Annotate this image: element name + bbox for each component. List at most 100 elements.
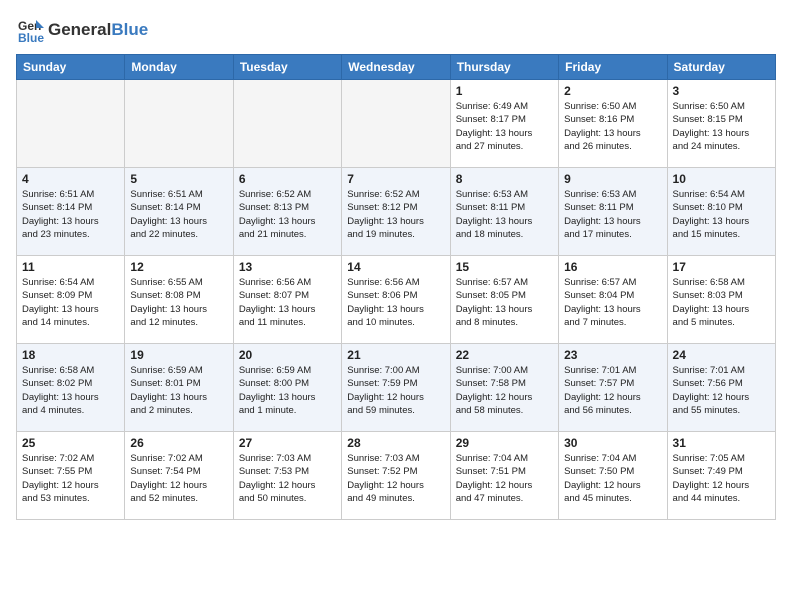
- calendar-cell: 7Sunrise: 6:52 AM Sunset: 8:12 PM Daylig…: [342, 168, 450, 256]
- calendar-cell: 14 Sunrise: 6:56 AM Sunset: 8:06 PM Dayli…: [342, 256, 450, 344]
- day-number: 8: [456, 172, 553, 186]
- day-number: 6: [239, 172, 336, 186]
- day-number: 17: [673, 260, 770, 274]
- calendar-cell: [125, 80, 233, 168]
- day-number: 30: [564, 436, 661, 450]
- day-number: 27: [239, 436, 336, 450]
- calendar-cell: 1 Sunrise: 6:49 AM Sunset: 8:17 PM Daylig…: [450, 80, 558, 168]
- day-info: Sunrise: 7:05 AM Sunset: 7:49 PM Dayligh…: [673, 452, 770, 505]
- day-info: Sunrise: 7:03 AM Sunset: 7:52 PM Dayligh…: [347, 452, 444, 505]
- day-info: Sunrise: 6:58 AM Sunset: 8:02 PM Dayligh…: [22, 364, 119, 417]
- calendar-table: SundayMondayTuesdayWednesdayThursdayFrid…: [16, 54, 776, 520]
- calendar-cell: 3 Sunrise: 6:50 AM Sunset: 8:15 PM Daylig…: [667, 80, 775, 168]
- calendar-cell: 30 Sunrise: 7:04 AM Sunset: 7:50 PM Dayli…: [559, 432, 667, 520]
- day-info: Sunrise: 6:53 AM Sunset: 8:11 PM Dayligh…: [456, 188, 553, 241]
- days-header-row: SundayMondayTuesdayWednesdayThursdayFrid…: [17, 55, 776, 80]
- day-info: Sunrise: 6:57 AM Sunset: 8:04 PM Dayligh…: [564, 276, 661, 329]
- calendar-cell: 18 Sunrise: 6:58 AM Sunset: 8:02 PM Dayli…: [17, 344, 125, 432]
- day-info: Sunrise: 6:52 AM Sunset: 8:13 PM Dayligh…: [239, 188, 336, 241]
- day-info: Sunrise: 6:55 AM Sunset: 8:08 PM Dayligh…: [130, 276, 227, 329]
- calendar-cell: 16 Sunrise: 6:57 AM Sunset: 8:04 PM Dayli…: [559, 256, 667, 344]
- day-number: 22: [456, 348, 553, 362]
- calendar-cell: 10 Sunrise: 6:54 AM Sunset: 8:10 PM Dayli…: [667, 168, 775, 256]
- day-info: Sunrise: 6:56 AM Sunset: 8:06 PM Dayligh…: [347, 276, 444, 329]
- calendar-week-row: 18 Sunrise: 6:58 AM Sunset: 8:02 PM Dayli…: [17, 344, 776, 432]
- day-info: Sunrise: 6:53 AM Sunset: 8:11 PM Dayligh…: [564, 188, 661, 241]
- day-info: Sunrise: 7:01 AM Sunset: 7:57 PM Dayligh…: [564, 364, 661, 417]
- day-header-sunday: Sunday: [17, 55, 125, 80]
- day-info: Sunrise: 7:01 AM Sunset: 7:56 PM Dayligh…: [673, 364, 770, 417]
- day-number: 18: [22, 348, 119, 362]
- calendar-cell: 25Sunrise: 7:02 AM Sunset: 7:55 PM Dayli…: [17, 432, 125, 520]
- day-number: 3: [673, 84, 770, 98]
- calendar-cell: 19 Sunrise: 6:59 AM Sunset: 8:01 PM Dayli…: [125, 344, 233, 432]
- calendar-cell: 27 Sunrise: 7:03 AM Sunset: 7:53 PM Dayli…: [233, 432, 341, 520]
- day-info: Sunrise: 6:57 AM Sunset: 8:05 PM Dayligh…: [456, 276, 553, 329]
- day-info: Sunrise: 7:00 AM Sunset: 7:59 PM Dayligh…: [347, 364, 444, 417]
- calendar-cell: [233, 80, 341, 168]
- calendar-cell: 13Sunrise: 6:56 AM Sunset: 8:07 PM Dayli…: [233, 256, 341, 344]
- day-info: Sunrise: 6:59 AM Sunset: 8:00 PM Dayligh…: [239, 364, 336, 417]
- day-info: Sunrise: 6:52 AM Sunset: 8:12 PM Dayligh…: [347, 188, 444, 241]
- calendar-cell: [17, 80, 125, 168]
- day-number: 25: [22, 436, 119, 450]
- day-number: 24: [673, 348, 770, 362]
- calendar-cell: 8 Sunrise: 6:53 AM Sunset: 8:11 PM Daylig…: [450, 168, 558, 256]
- day-info: Sunrise: 6:54 AM Sunset: 8:09 PM Dayligh…: [22, 276, 119, 329]
- day-info: Sunrise: 6:54 AM Sunset: 8:10 PM Dayligh…: [673, 188, 770, 241]
- calendar-cell: 29 Sunrise: 7:04 AM Sunset: 7:51 PM Dayli…: [450, 432, 558, 520]
- day-info: Sunrise: 6:50 AM Sunset: 8:15 PM Dayligh…: [673, 100, 770, 153]
- calendar-cell: 24 Sunrise: 7:01 AM Sunset: 7:56 PM Dayli…: [667, 344, 775, 432]
- day-number: 13: [239, 260, 336, 274]
- day-number: 31: [673, 436, 770, 450]
- calendar-cell: 17 Sunrise: 6:58 AM Sunset: 8:03 PM Dayli…: [667, 256, 775, 344]
- day-number: 19: [130, 348, 227, 362]
- day-number: 10: [673, 172, 770, 186]
- calendar-cell: 5Sunrise: 6:51 AM Sunset: 8:14 PM Daylig…: [125, 168, 233, 256]
- day-header-monday: Monday: [125, 55, 233, 80]
- day-number: 1: [456, 84, 553, 98]
- day-number: 16: [564, 260, 661, 274]
- calendar-cell: 23Sunrise: 7:01 AM Sunset: 7:57 PM Dayli…: [559, 344, 667, 432]
- calendar-cell: 20 Sunrise: 6:59 AM Sunset: 8:00 PM Dayli…: [233, 344, 341, 432]
- day-number: 20: [239, 348, 336, 362]
- day-info: Sunrise: 7:03 AM Sunset: 7:53 PM Dayligh…: [239, 452, 336, 505]
- calendar-week-row: 1 Sunrise: 6:49 AM Sunset: 8:17 PM Daylig…: [17, 80, 776, 168]
- day-number: 29: [456, 436, 553, 450]
- logo-blue-text: Blue: [111, 20, 148, 39]
- day-info: Sunrise: 6:51 AM Sunset: 8:14 PM Dayligh…: [130, 188, 227, 241]
- calendar-cell: 9 Sunrise: 6:53 AM Sunset: 8:11 PM Daylig…: [559, 168, 667, 256]
- day-info: Sunrise: 7:04 AM Sunset: 7:51 PM Dayligh…: [456, 452, 553, 505]
- calendar-cell: 6 Sunrise: 6:52 AM Sunset: 8:13 PM Daylig…: [233, 168, 341, 256]
- day-header-thursday: Thursday: [450, 55, 558, 80]
- day-number: 26: [130, 436, 227, 450]
- day-header-saturday: Saturday: [667, 55, 775, 80]
- logo-icon: Gen Blue: [16, 16, 44, 44]
- day-header-wednesday: Wednesday: [342, 55, 450, 80]
- day-info: Sunrise: 7:04 AM Sunset: 7:50 PM Dayligh…: [564, 452, 661, 505]
- day-number: 9: [564, 172, 661, 186]
- calendar-cell: 28Sunrise: 7:03 AM Sunset: 7:52 PM Dayli…: [342, 432, 450, 520]
- calendar-cell: 22 Sunrise: 7:00 AM Sunset: 7:58 PM Dayli…: [450, 344, 558, 432]
- day-info: Sunrise: 7:00 AM Sunset: 7:58 PM Dayligh…: [456, 364, 553, 417]
- day-info: Sunrise: 7:02 AM Sunset: 7:54 PM Dayligh…: [130, 452, 227, 505]
- calendar-cell: 2 Sunrise: 6:50 AM Sunset: 8:16 PM Daylig…: [559, 80, 667, 168]
- calendar-week-row: 11Sunrise: 6:54 AM Sunset: 8:09 PM Dayli…: [17, 256, 776, 344]
- day-info: Sunrise: 6:59 AM Sunset: 8:01 PM Dayligh…: [130, 364, 227, 417]
- calendar-cell: 15 Sunrise: 6:57 AM Sunset: 8:05 PM Dayli…: [450, 256, 558, 344]
- day-number: 14: [347, 260, 444, 274]
- calendar-cell: 21Sunrise: 7:00 AM Sunset: 7:59 PM Dayli…: [342, 344, 450, 432]
- day-info: Sunrise: 6:49 AM Sunset: 8:17 PM Dayligh…: [456, 100, 553, 153]
- day-number: 15: [456, 260, 553, 274]
- calendar-cell: [342, 80, 450, 168]
- calendar-cell: 31 Sunrise: 7:05 AM Sunset: 7:49 PM Dayli…: [667, 432, 775, 520]
- day-info: Sunrise: 6:50 AM Sunset: 8:16 PM Dayligh…: [564, 100, 661, 153]
- day-number: 12: [130, 260, 227, 274]
- day-number: 2: [564, 84, 661, 98]
- logo-general-text: General: [48, 20, 111, 39]
- day-number: 4: [22, 172, 119, 186]
- day-info: Sunrise: 6:58 AM Sunset: 8:03 PM Dayligh…: [673, 276, 770, 329]
- calendar-cell: 11Sunrise: 6:54 AM Sunset: 8:09 PM Dayli…: [17, 256, 125, 344]
- page-header: Gen Blue GeneralBlue: [16, 16, 776, 44]
- calendar-cell: 4Sunrise: 6:51 AM Sunset: 8:14 PM Daylig…: [17, 168, 125, 256]
